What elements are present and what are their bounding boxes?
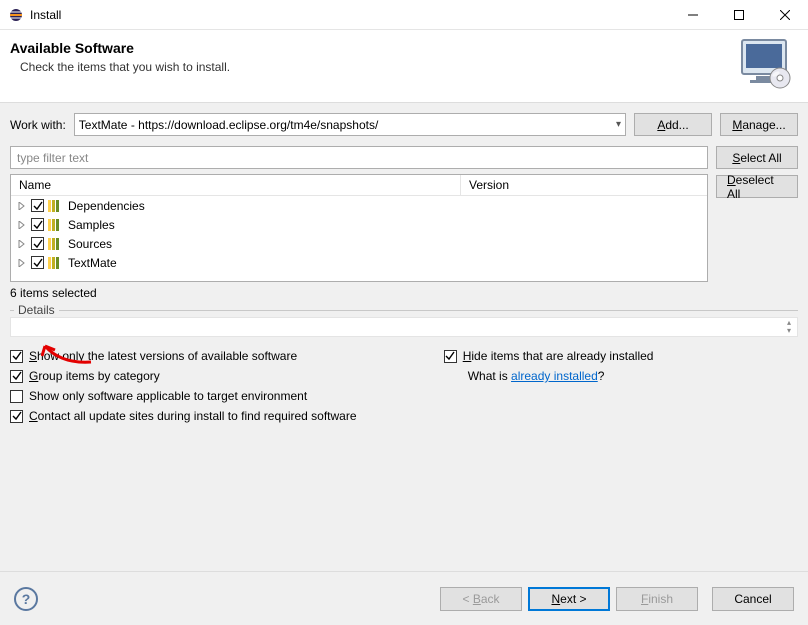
details-legend: Details [14,303,59,317]
manage-button[interactable]: Manage... [720,113,798,136]
tree-row[interactable]: TextMate [11,253,707,272]
help-button[interactable]: ? [14,587,38,611]
tree-item-label: Sources [68,237,112,251]
option-latest[interactable]: Show only the latest versions of availab… [10,349,404,363]
next-button[interactable]: Next > [528,587,610,611]
checkbox[interactable] [31,218,44,231]
button-bar: ? < Back Next > Finish Cancel [0,571,808,625]
select-all-button[interactable]: Select All [716,146,798,169]
chevron-down-icon: ▾ [616,119,621,130]
deselect-all-button[interactable]: Deselect All [716,175,798,198]
work-with-label: Work with: [10,118,66,132]
tree-header: Name Version [11,175,707,196]
already-installed-link[interactable]: already installed [511,369,598,383]
work-with-combo[interactable]: TextMate - https://download.eclipse.org/… [74,113,626,136]
option-hide[interactable]: Hide items that are already installed [444,349,798,363]
close-button[interactable] [762,0,808,30]
checkbox[interactable] [31,199,44,212]
checkbox[interactable] [31,237,44,250]
column-version[interactable]: Version [461,175,517,195]
filter-input[interactable]: type filter text [10,146,708,169]
filter-placeholder: type filter text [17,151,88,165]
details-text[interactable]: ▴▾ [10,317,798,337]
back-button[interactable]: < Back [440,587,522,611]
add-button[interactable]: Add... [634,113,712,136]
option-target[interactable]: Show only software applicable to target … [10,389,404,403]
tree-item-label: Samples [68,218,115,232]
category-icon [48,219,64,231]
cancel-button[interactable]: Cancel [712,587,794,611]
work-with-value: TextMate - https://download.eclipse.org/… [79,118,616,132]
wizard-header: Available Software Check the items that … [0,30,808,103]
tree-row[interactable]: Samples [11,215,707,234]
selection-count: 6 items selected [10,286,798,300]
expand-icon[interactable] [17,239,27,249]
page-subtitle: Check the items that you wish to install… [20,60,736,74]
checkbox[interactable] [31,256,44,269]
software-tree[interactable]: Name Version Dependencies Samples [10,174,708,282]
install-wizard-icon [736,38,794,90]
whatis-row: What is already installed? [444,369,798,383]
tree-item-label: Dependencies [68,199,145,213]
option-group[interactable]: Group items by category [10,369,404,383]
titlebar: Install [0,0,808,30]
option-contact[interactable]: Contact all update sites during install … [10,409,404,423]
finish-button[interactable]: Finish [616,587,698,611]
page-title: Available Software [10,40,736,56]
category-icon [48,238,64,250]
category-icon [48,200,64,212]
minimize-button[interactable] [670,0,716,30]
app-icon [8,7,24,23]
expand-icon[interactable] [17,201,27,211]
tree-row[interactable]: Sources [11,234,707,253]
maximize-button[interactable] [716,0,762,30]
tree-item-label: TextMate [68,256,117,270]
expand-icon[interactable] [17,220,27,230]
column-name[interactable]: Name [11,175,461,195]
expand-icon[interactable] [17,258,27,268]
tree-row[interactable]: Dependencies [11,196,707,215]
details-group: Details ▴▾ [10,310,798,347]
category-icon [48,257,64,269]
window-title: Install [30,8,670,22]
details-scroll[interactable]: ▴▾ [782,319,796,335]
